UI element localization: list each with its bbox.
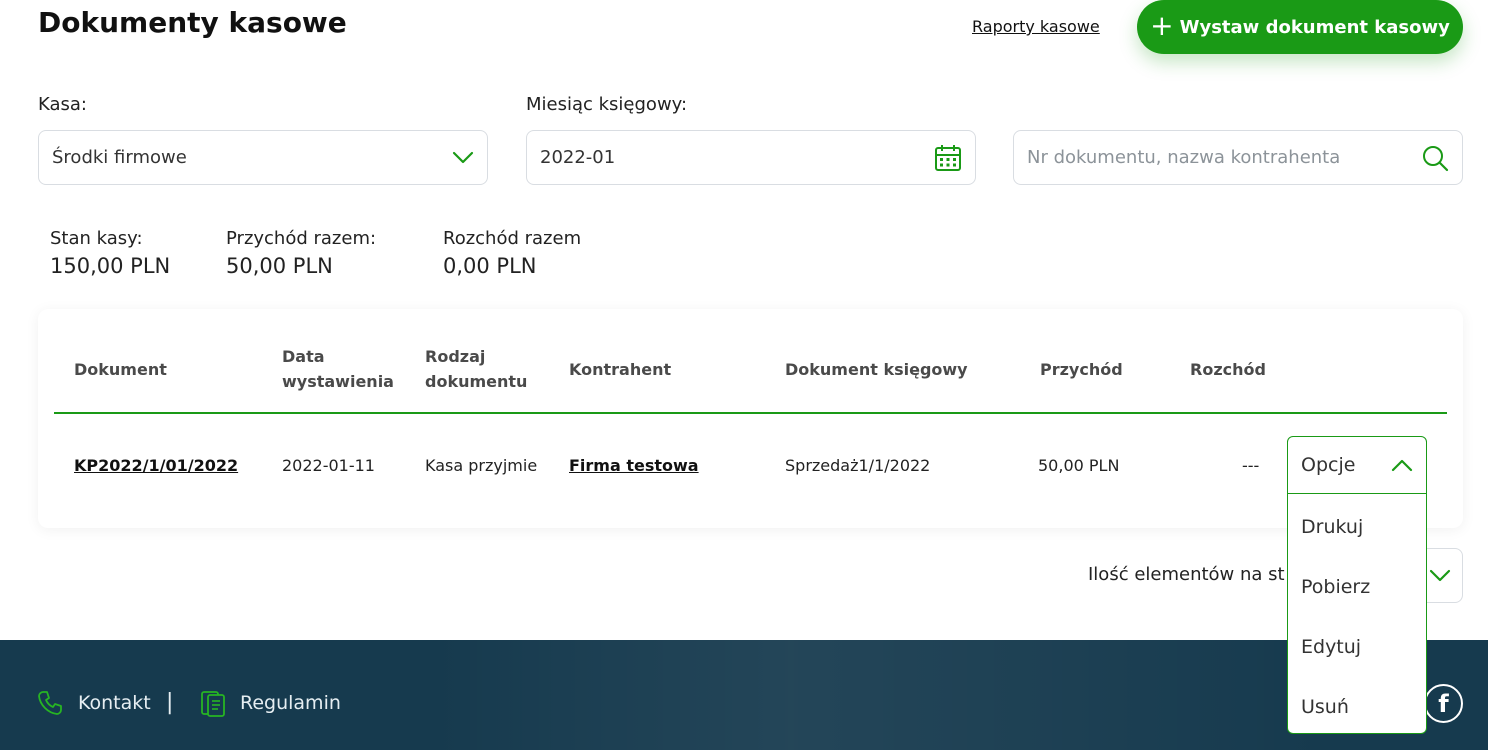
footer-separator: |	[166, 690, 174, 715]
contractor-link[interactable]: Firma testowa	[569, 456, 699, 475]
plus-icon: +	[1150, 8, 1174, 42]
search-input[interactable]: Nr dokumentu, nazwa kontrahenta	[1027, 147, 1421, 168]
per-page-label: Ilość elementów na st	[1088, 564, 1285, 585]
summary-value: 150,00 PLN	[50, 254, 171, 278]
option-print[interactable]: Drukuj	[1288, 497, 1426, 557]
document-number-link[interactable]: KP2022/1/01/2022	[74, 456, 238, 475]
issue-cash-document-label: Wystaw dokument kasowy	[1179, 16, 1450, 38]
month-picker[interactable]: 2022-01	[526, 130, 976, 185]
kasa-select-value: Środki firmowe	[52, 147, 187, 168]
calendar-icon[interactable]	[934, 144, 962, 172]
summary-label: Przychód razem:	[226, 228, 377, 249]
search-field[interactable]: Nr dokumentu, nazwa kontrahenta	[1013, 130, 1463, 185]
page-title: Dokumenty kasowe	[38, 6, 347, 39]
option-download[interactable]: Pobierz	[1288, 557, 1426, 617]
footer-background-image	[430, 640, 1330, 750]
reports-link[interactable]: Raporty kasowe	[972, 17, 1100, 36]
summary-total-income: Przychód razem: 50,00 PLN	[226, 228, 376, 278]
phone-icon	[37, 690, 63, 720]
facebook-icon[interactable]: f	[1424, 684, 1463, 723]
cell-document-type: Kasa przyjmie	[425, 456, 538, 475]
month-picker-value: 2022-01	[540, 147, 616, 168]
option-edit[interactable]: Edytuj	[1288, 617, 1426, 677]
cell-accounting-document: Sprzedaż1/1/2022	[785, 456, 931, 475]
column-header-income[interactable]: Przychód	[1040, 357, 1123, 382]
column-header-issue-date[interactable]: Data wystawienia	[282, 344, 402, 394]
chevron-down-icon	[1429, 569, 1451, 581]
cell-income: 50,00 PLN	[1038, 456, 1120, 475]
table-header-divider	[54, 412, 1447, 414]
chevron-down-icon	[452, 151, 474, 163]
footer-terms-link[interactable]: Regulamin	[240, 692, 341, 714]
options-label: Opcje	[1301, 454, 1356, 476]
table-row: KP2022/1/01/2022 2022-01-11 Kasa przyjmi…	[54, 440, 1284, 492]
cell-issue-date: 2022-01-11	[282, 456, 375, 475]
summary-label: Stan kasy:	[50, 228, 143, 249]
footer-contact-link[interactable]: Kontakt	[78, 692, 151, 714]
documents-table	[38, 309, 1463, 528]
kasa-select[interactable]: Środki firmowe	[38, 130, 488, 185]
summary-label: Rozchód razem	[443, 228, 582, 249]
column-header-document-type[interactable]: Rodzaj dokumentu	[425, 344, 535, 394]
options-dropdown[interactable]: Opcje Drukuj Pobierz Edytuj Usuń	[1287, 436, 1427, 734]
options-toggle[interactable]: Opcje	[1288, 437, 1426, 494]
month-label: Miesiąc księgowy:	[526, 94, 688, 115]
kasa-label: Kasa:	[38, 94, 87, 115]
column-header-expense[interactable]: Rozchód	[1190, 357, 1266, 382]
column-header-accounting-document[interactable]: Dokument księgowy	[785, 357, 968, 382]
cell-expense: ---	[1242, 456, 1260, 475]
summary-value: 50,00 PLN	[226, 254, 333, 278]
chevron-up-icon	[1391, 459, 1413, 472]
summary-value: 0,00 PLN	[443, 254, 537, 278]
search-icon[interactable]	[1421, 144, 1449, 172]
column-header-document[interactable]: Dokument	[74, 357, 167, 382]
document-icon	[200, 690, 226, 722]
option-delete[interactable]: Usuń	[1288, 677, 1426, 737]
summary-cash-balance: Stan kasy: 150,00 PLN	[50, 228, 170, 278]
issue-cash-document-button[interactable]: + Wystaw dokument kasowy	[1137, 0, 1463, 54]
summary-total-expense: Rozchód razem 0,00 PLN	[443, 228, 581, 278]
column-header-contractor[interactable]: Kontrahent	[569, 357, 671, 382]
